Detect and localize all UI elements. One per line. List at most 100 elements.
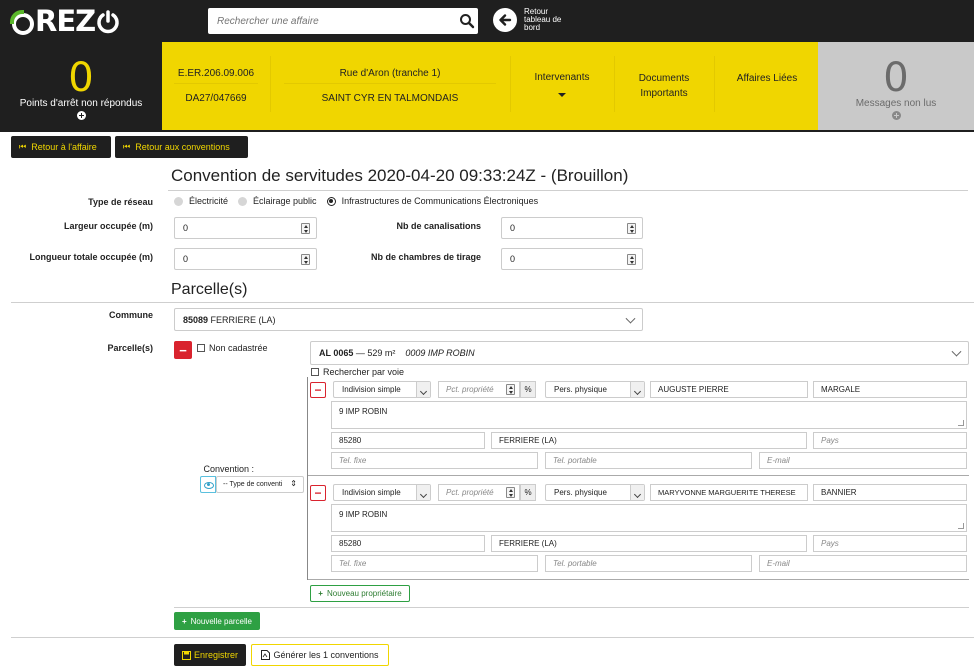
commune-name: FERRIERE (LA) — [210, 314, 276, 325]
search-icon[interactable] — [459, 13, 475, 29]
divider — [0, 130, 974, 132]
email-input[interactable]: E-mail — [759, 452, 967, 469]
largeur-label: Largeur occupée (m) — [63, 221, 153, 231]
retour-conventions-label: Retour aux conventions — [135, 142, 230, 152]
pct-placeholder: Pct. propriété — [446, 385, 494, 394]
indivision-value: Indivision simple — [342, 385, 401, 394]
canalisations-input[interactable]: 0 — [501, 217, 643, 239]
longueur-value: 0 — [183, 254, 189, 264]
divider — [714, 56, 715, 112]
orezo-logo[interactable]: REZ — [10, 4, 120, 38]
chevron-down-icon — [416, 485, 430, 500]
person-type-value: Pers. physique — [554, 488, 607, 497]
canalisations-label: Nb de canalisations — [396, 221, 481, 231]
last-name-input[interactable]: BANNIER — [813, 484, 967, 501]
radio-eclairage-public[interactable]: Éclairage public — [238, 196, 317, 206]
intervenants-dropdown[interactable]: Intervenants — [510, 72, 614, 100]
indivision-select[interactable]: Indivision simple — [333, 381, 431, 398]
checkbox[interactable] — [311, 368, 319, 376]
minus-icon: − — [314, 486, 322, 500]
tel-portable-input[interactable]: Tel. portable — [545, 555, 752, 572]
canalisations-value: 0 — [510, 223, 516, 233]
page-title: Convention de servitudes 2020-04-20 09:3… — [171, 166, 629, 185]
affaires-liees-link[interactable]: Affaires Liées — [724, 71, 810, 86]
messages-block[interactable]: 0 Messages non lus — [818, 42, 974, 130]
enregistrer-button[interactable]: Enregistrer — [174, 644, 246, 666]
first-name-input[interactable]: AUGUSTE PIERRE — [650, 381, 808, 398]
nouveau-proprietaire-label: Nouveau propriétaire — [326, 589, 402, 598]
chambres-input[interactable]: 0 — [501, 248, 643, 270]
person-type-select[interactable]: Pers. physique — [545, 484, 645, 501]
divider — [168, 190, 968, 191]
longueur-label: Longueur totale occupée (m) — [29, 252, 153, 262]
retour-affaire-button[interactable]: ⏮ Retour à l'affaire — [11, 136, 111, 158]
convention-label: Convention : — [203, 464, 254, 474]
percent-addon: % — [520, 381, 536, 398]
back-to-dashboard-button[interactable]: Retour tableau de bord — [493, 8, 564, 32]
pct-propriete-input[interactable]: Pct. propriété — [438, 381, 520, 398]
search-input[interactable] — [208, 8, 448, 34]
documents-importants-link[interactable]: Documents Importants — [614, 71, 714, 101]
generer-conventions-button[interactable]: Générer les 1 conventions — [251, 644, 389, 666]
postal-code-input[interactable]: 85280 — [331, 535, 485, 552]
remove-owner-button[interactable]: − — [310, 382, 326, 398]
non-cadastree-checkbox[interactable]: Non cadastrée — [197, 343, 268, 353]
points-arret-label: Points d'arrêt non répondus — [19, 98, 143, 109]
radio-electricite[interactable]: Électricité — [174, 196, 228, 206]
radio-button[interactable] — [174, 196, 183, 206]
enregistrer-label: Enregistrer — [193, 650, 238, 660]
affaire-city: SAINT CYR EN TALMONDAIS — [321, 93, 459, 104]
address-textarea[interactable]: 9 IMP ROBIN — [331, 401, 967, 429]
postal-code-input[interactable]: 85280 — [331, 432, 485, 449]
country-input[interactable]: Pays — [813, 432, 967, 449]
tel-fixe-input[interactable]: Tel. fixe — [331, 555, 538, 572]
email-input[interactable]: E-mail — [759, 555, 967, 572]
pct-propriete-input[interactable]: Pct. propriété — [438, 484, 520, 501]
address-textarea[interactable]: 9 IMP ROBIN — [331, 504, 967, 532]
radio-infrastructures-com[interactable]: Infrastructures de Communications Électr… — [326, 196, 538, 206]
retour-conventions-button[interactable]: ⏮ Retour aux conventions — [115, 136, 248, 158]
parcelles-label: Parcelle(s) — [107, 343, 153, 353]
arrow-left-icon — [493, 8, 517, 32]
step-backward-icon: ⏮ — [19, 142, 27, 151]
search-box — [208, 8, 478, 34]
non-cadastree-label: Non cadastrée — [209, 343, 268, 353]
remove-parcel-button[interactable]: − — [174, 341, 192, 359]
checkbox[interactable] — [197, 344, 205, 352]
last-name-input[interactable]: MARGALE — [813, 381, 967, 398]
country-input[interactable]: Pays — [813, 535, 967, 552]
radio-label: Éclairage public — [253, 196, 317, 206]
divider — [11, 637, 974, 638]
spinner-icon[interactable] — [506, 487, 515, 498]
indivision-select[interactable]: Indivision simple — [333, 484, 431, 501]
spinner-icon[interactable] — [627, 223, 636, 234]
parcel-select[interactable]: AL 0065 — 529 m² 0009 IMP ROBIN — [310, 341, 969, 365]
radio-button[interactable] — [238, 196, 248, 206]
nouveau-proprietaire-button[interactable]: + Nouveau propriétaire — [310, 585, 410, 602]
messages-label: Messages non lus — [855, 98, 937, 109]
city-input[interactable]: FERRIERE (LA) — [491, 432, 807, 449]
affaire-ref: DA27/047669 — [185, 93, 247, 104]
indivision-value: Indivision simple — [342, 488, 401, 497]
radio-button-selected[interactable] — [326, 196, 336, 206]
longueur-input[interactable]: 0 — [174, 248, 317, 270]
tel-portable-input[interactable]: Tel. portable — [545, 452, 752, 469]
convention-type-select[interactable]: -- Type de conventi ⇕ — [216, 476, 304, 493]
points-arret-block[interactable]: 0 Points d'arrêt non répondus — [0, 42, 162, 130]
largeur-input[interactable]: 0 — [174, 217, 317, 239]
retour-affaire-label: Retour à l'affaire — [31, 142, 97, 152]
spinner-icon[interactable] — [506, 384, 515, 395]
chevron-down-icon — [630, 382, 644, 397]
spinner-icon[interactable] — [627, 254, 636, 265]
first-name-input[interactable]: MARYVONNE MARGUERITE THERESE — [650, 484, 808, 501]
tel-fixe-input[interactable]: Tel. fixe — [331, 452, 538, 469]
plus-circle-icon[interactable] — [891, 111, 901, 120]
eye-icon[interactable] — [200, 476, 216, 493]
commune-select[interactable]: 85089 FERRIERE (LA) — [174, 308, 643, 331]
rechercher-voie-checkbox[interactable]: Rechercher par voie — [311, 367, 404, 377]
person-type-select[interactable]: Pers. physique — [545, 381, 645, 398]
plus-circle-icon[interactable] — [76, 111, 86, 120]
remove-owner-button[interactable]: − — [310, 485, 326, 501]
city-input[interactable]: FERRIERE (LA) — [491, 535, 807, 552]
nouvelle-parcelle-button[interactable]: + Nouvelle parcelle — [174, 612, 260, 630]
